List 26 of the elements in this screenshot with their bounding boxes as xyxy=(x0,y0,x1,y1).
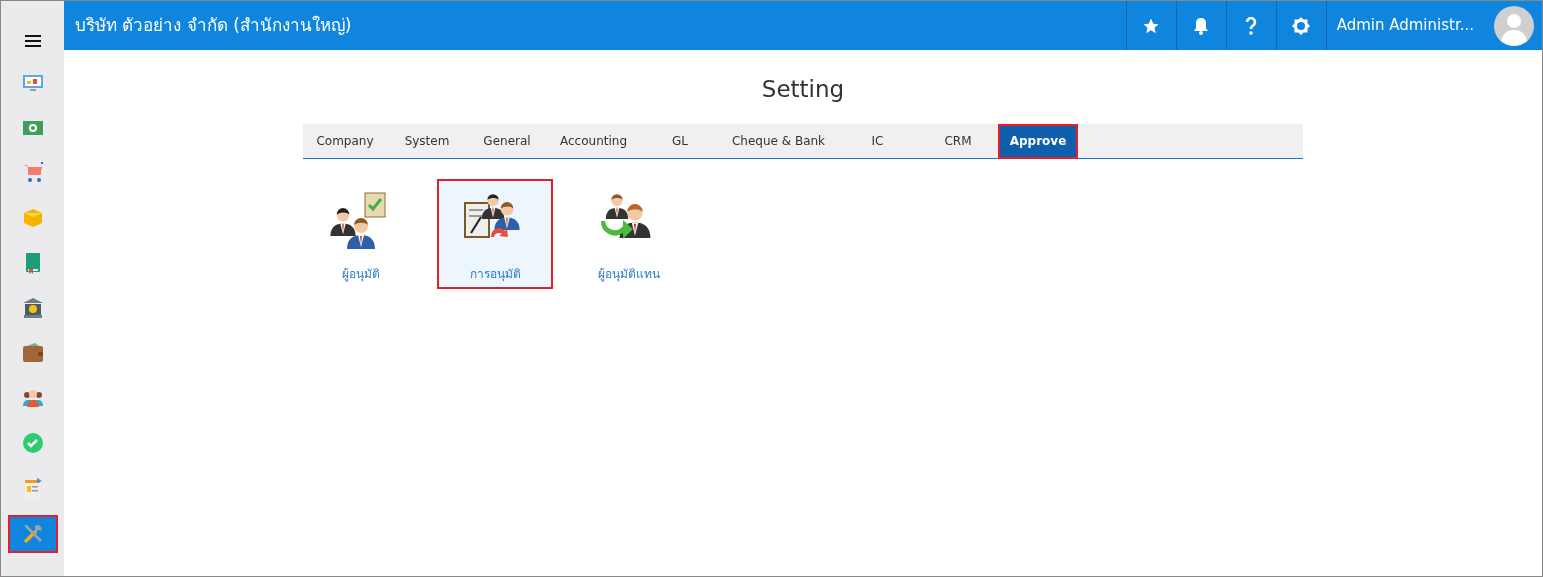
tab[interactable]: Company xyxy=(303,123,387,159)
help-icon xyxy=(1245,16,1258,35)
setting-item[interactable]: ผู้อนุมัติแทน xyxy=(571,179,687,289)
user-name[interactable]: Admin Administr... xyxy=(1336,14,1474,37)
tab[interactable]: System xyxy=(387,123,467,159)
menu-icon[interactable] xyxy=(24,35,41,47)
sidebar-item[interactable] xyxy=(7,515,58,553)
page-title: Setting xyxy=(761,75,845,104)
tab[interactable]: General xyxy=(467,123,547,159)
tab[interactable]: CRM xyxy=(918,123,998,159)
tab[interactable]: Accounting xyxy=(547,123,640,159)
avatar-icon[interactable] xyxy=(1494,5,1534,46)
tab[interactable]: IC xyxy=(837,123,918,159)
setting-item[interactable]: ผู้อนุมัติ xyxy=(303,179,419,289)
bell-icon xyxy=(1193,16,1210,35)
setting-label: ผู้อนุมัติแทน xyxy=(598,266,660,283)
tab[interactable]: GL xyxy=(640,123,720,159)
setting-label: ผู้อนุมัติ xyxy=(342,266,380,283)
tab[interactable]: Approve xyxy=(998,123,1078,159)
setting-item[interactable]: การอนุมัติ xyxy=(437,179,553,289)
setting-label: การอนุมัติ xyxy=(469,266,521,283)
wallet-icon xyxy=(20,341,45,365)
tab[interactable]: Cheque & Bank xyxy=(720,123,837,159)
checkmark-icon xyxy=(20,431,45,455)
company-name: บริษัท ตัวอย่าง จำกัด (สำนักงานใหญ่) xyxy=(74,13,353,37)
settings-icon xyxy=(1291,15,1312,36)
